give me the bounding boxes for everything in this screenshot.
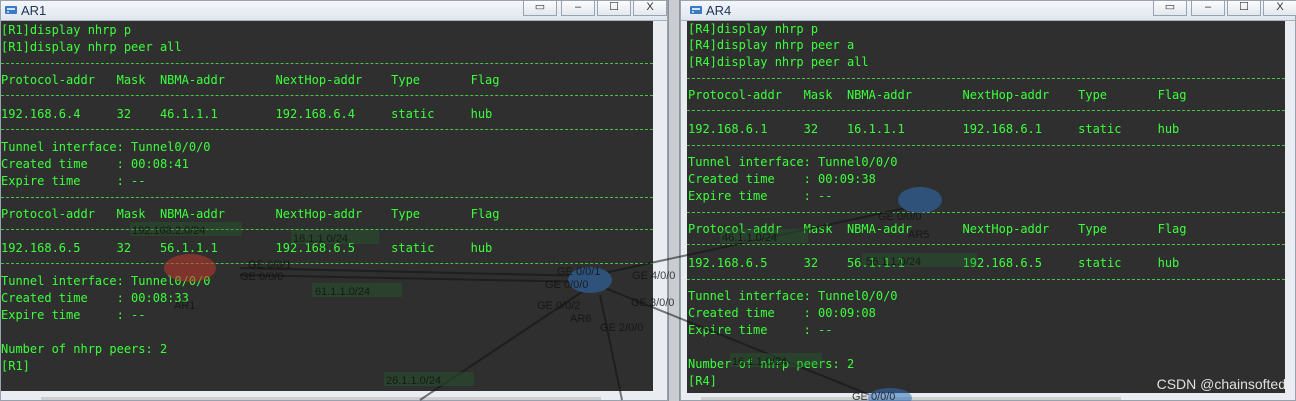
command-prompt: [R1] [1, 359, 30, 373]
table-row: 192.168.6.1 32 16.1.1.1 192.168.6.1 stat… [688, 122, 1180, 136]
terminal-line: Tunnel interface: Tunnel0/0/0 [688, 289, 898, 303]
separator-line [1, 95, 653, 96]
terminal-line: [R4]display nhrp peer a [688, 38, 855, 52]
title-bar[interactable]: AR4 ▭ – ☐ X [681, 1, 1296, 21]
horizontal-scrollbar[interactable] [41, 397, 601, 400]
maximize-button[interactable]: ☐ [1227, 1, 1261, 16]
terminal-line: Tunnel interface: Tunnel0/0/0 [688, 155, 898, 169]
restore-button[interactable]: ▭ [1153, 1, 1187, 16]
window-title: AR1 [21, 3, 47, 18]
restore-button[interactable]: ▭ [523, 1, 557, 16]
separator-line [1, 229, 653, 230]
table-header: Protocol-addr Mask NBMA-addr NextHop-add… [1, 73, 500, 87]
terminal-line: [R1]display nhrp peer all [1, 40, 182, 54]
horizontal-scrollbar[interactable] [701, 397, 1121, 400]
router-icon [4, 3, 18, 17]
terminal-window-ar4: AR4 ▭ – ☐ X [R4]display nhrp p [R4]displ… [680, 0, 1296, 401]
separator-line [687, 279, 1285, 280]
window-title: AR4 [706, 3, 732, 18]
title-bar[interactable]: AR1 ▭ – ☐ X [1, 1, 667, 21]
table-header: Protocol-addr Mask NBMA-addr NextHop-add… [688, 222, 1187, 236]
terminal-line: [R1]display nhrp p [1, 23, 132, 37]
minimize-button[interactable]: – [561, 1, 595, 16]
separator-line [1, 197, 653, 198]
terminal-output[interactable]: [R4]display nhrp p [R4]display nhrp peer… [687, 21, 1285, 393]
separator-line [687, 212, 1285, 213]
terminal-line: Created time : 00:08:41 [1, 157, 189, 171]
terminal-line: Created time : 00:09:38 [688, 172, 876, 186]
table-header: Protocol-addr Mask NBMA-addr NextHop-add… [688, 88, 1187, 102]
terminal-line: Created time : 00:09:08 [688, 306, 876, 320]
minimize-button[interactable]: – [1191, 1, 1225, 16]
separator-line [1, 63, 653, 64]
separator-line [687, 78, 1285, 79]
separator-line [687, 145, 1285, 146]
table-row: 192.168.6.5 32 56.1.1.1 192.168.6.5 stat… [688, 256, 1180, 270]
terminal-line: [R4]display nhrp peer all [688, 55, 869, 69]
terminal-line: Number of nhrp peers: 2 [688, 357, 855, 371]
command-prompt: [R4] [688, 374, 717, 388]
table-header: Protocol-addr Mask NBMA-addr NextHop-add… [1, 207, 500, 221]
terminal-line: Expire time : -- [688, 323, 833, 337]
terminal-line: Expire time : -- [1, 308, 146, 322]
terminal-line: Tunnel interface: Tunnel0/0/0 [1, 274, 211, 288]
terminal-line: Expire time : -- [688, 189, 833, 203]
terminal-line: Expire time : -- [1, 174, 146, 188]
separator-line [1, 263, 653, 264]
window-divider [668, 0, 680, 401]
terminal-line: Tunnel interface: Tunnel0/0/0 [1, 140, 211, 154]
router-icon [689, 3, 703, 17]
separator-line [687, 110, 1285, 111]
close-button[interactable]: X [633, 1, 667, 16]
close-button[interactable]: X [1263, 1, 1296, 16]
terminal-line: Number of nhrp peers: 2 [1, 342, 168, 356]
watermark: CSDN @chainsofted [1156, 376, 1286, 392]
terminal-line: [R4]display nhrp p [688, 22, 819, 36]
terminal-window-ar1: AR1 ▭ – ☐ X [R1]display nhrp p [R1]displ… [0, 0, 668, 401]
table-row: 192.168.6.5 32 56.1.1.1 192.168.6.5 stat… [1, 241, 493, 255]
table-row: 192.168.6.4 32 46.1.1.1 192.168.6.4 stat… [1, 107, 493, 121]
separator-line [687, 244, 1285, 245]
terminal-output[interactable]: [R1]display nhrp p [R1]display nhrp peer… [1, 21, 653, 391]
maximize-button[interactable]: ☐ [597, 1, 631, 16]
separator-line [1, 129, 653, 130]
terminal-line: Created time : 00:08:33 [1, 291, 189, 305]
